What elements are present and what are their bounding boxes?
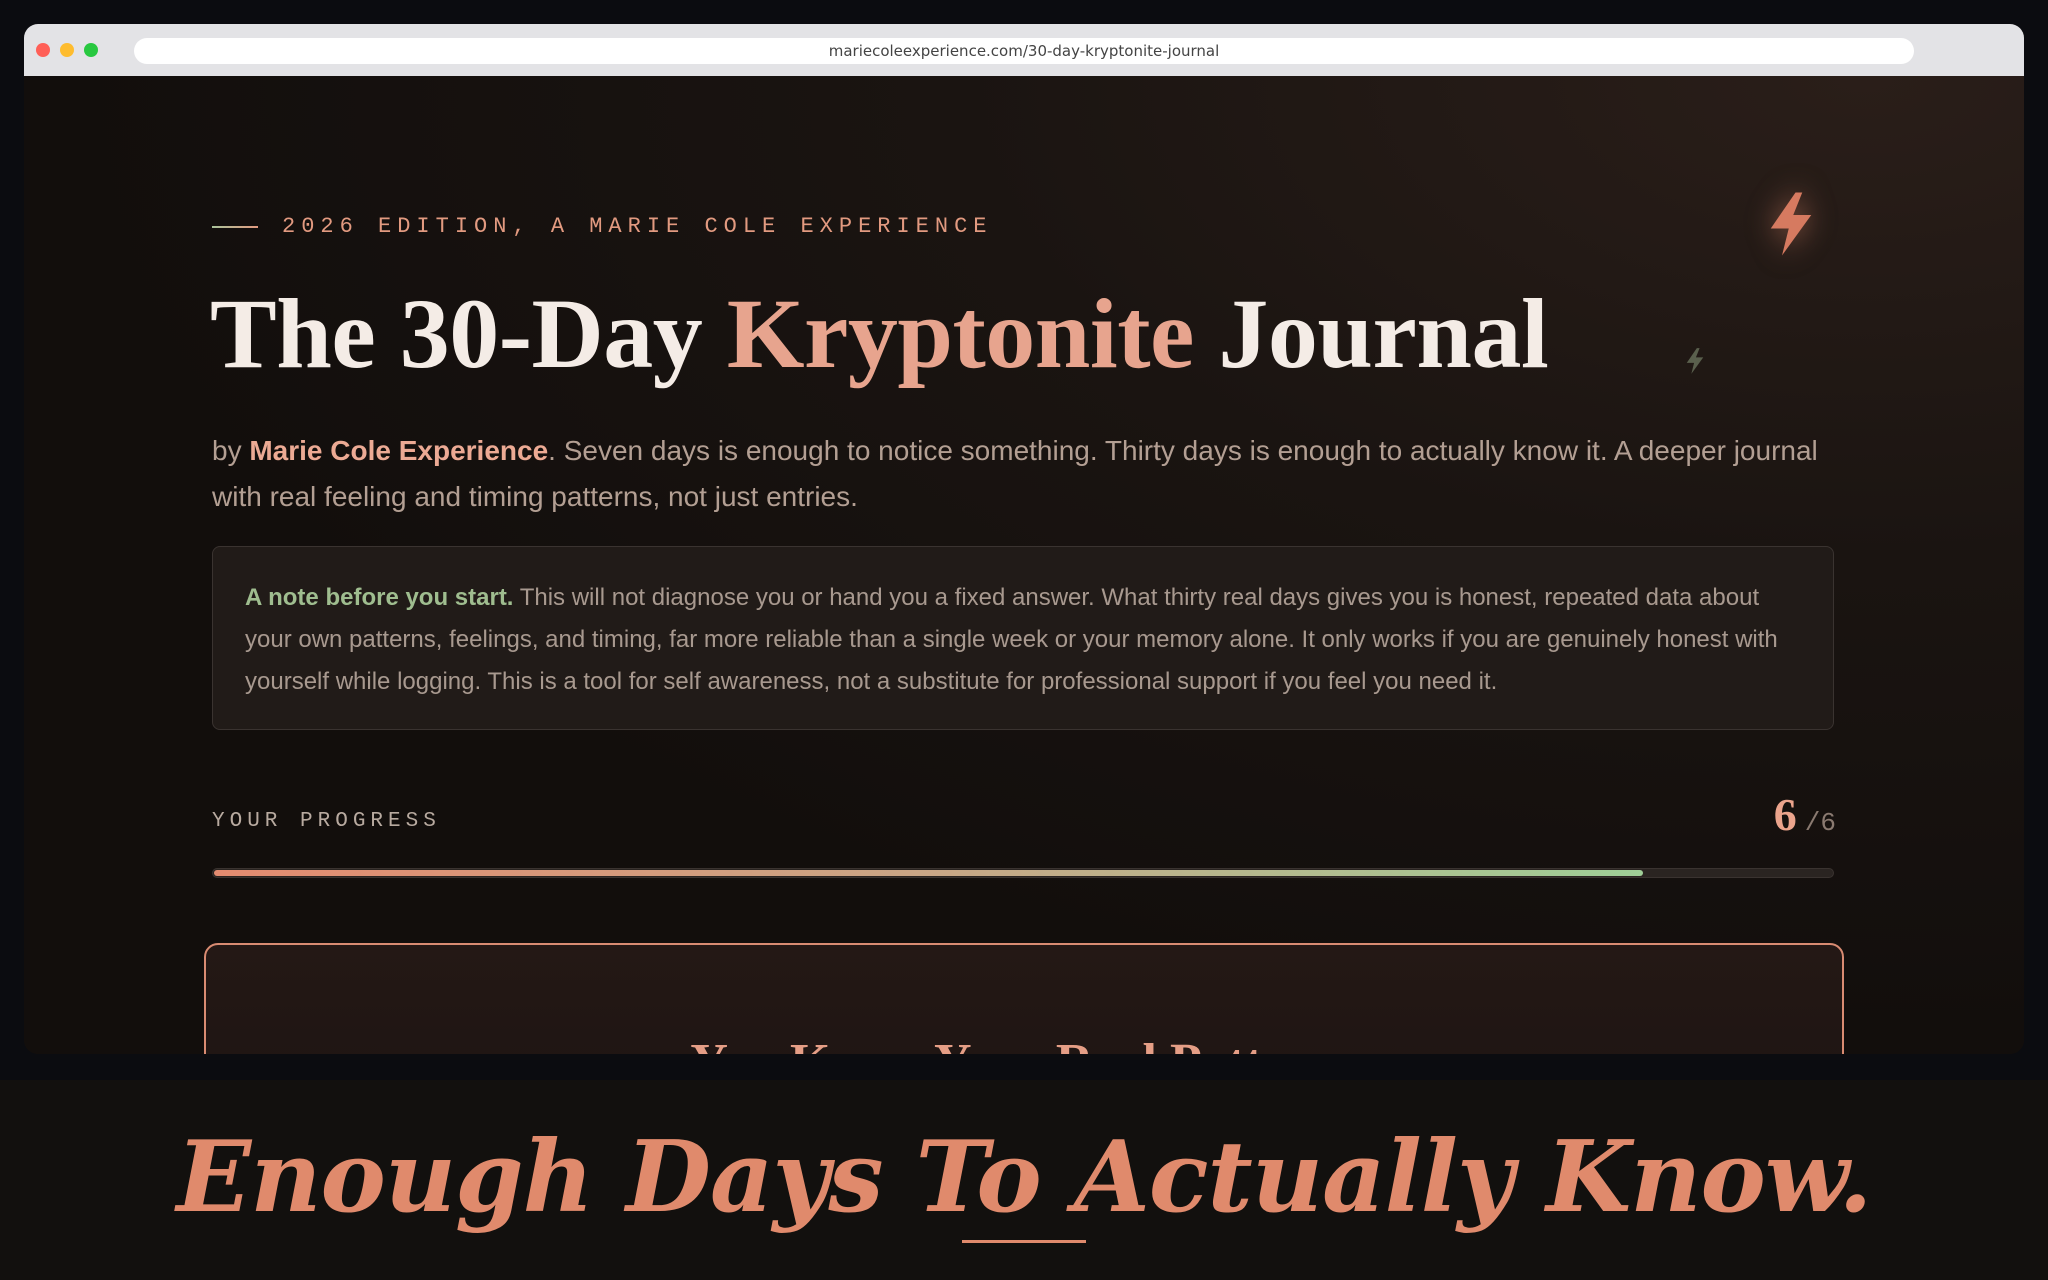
banner-underline [962,1240,1086,1243]
title-text-end: Journal [1193,278,1549,389]
lightning-bolt-icon [1686,348,1704,374]
note-lead: A note before you start. [245,584,514,611]
edition-eyebrow: 2026 EDITION, A MARIE COLE EXPERIENCE [212,214,992,239]
banner-headline: Enough Days To Actually Know. [176,1120,1873,1235]
page-title: The 30-Day Kryptonite Journal [210,276,1549,391]
title-text: The 30-Day [210,278,727,389]
card-title: You Know Your Real Patterns [206,1033,1842,1054]
result-card: You Know Your Real Patterns [204,943,1844,1054]
eyebrow-text: 2026 EDITION, A MARIE COLE EXPERIENCE [282,214,993,239]
close-window-button[interactable] [36,43,50,57]
title-accent: Kryptonite [726,278,1195,389]
progress-bar [212,868,1834,878]
progress-bar-fill [214,870,1643,876]
address-bar[interactable]: mariecoleexperience.com/30-day-kryptonit… [134,38,1914,64]
browser-toolbar: mariecoleexperience.com/30-day-kryptonit… [24,24,2024,76]
progress-current: 6 [1773,789,1797,840]
progress-label: YOUR PROGRESS [212,810,441,833]
byline-prefix: by [212,435,250,466]
progress-count: 6/6 [1774,788,1836,841]
lightning-bolt-icon [1770,192,1812,256]
maximize-window-button[interactable] [84,43,98,57]
eyebrow-rule [212,225,258,228]
disclaimer-note: A note before you start. This will not d… [212,546,1834,730]
page-content: 2026 EDITION, A MARIE COLE EXPERIENCE Th… [24,76,2024,1054]
intro-byline: by Marie Cole Experience. Seven days is … [212,428,1852,520]
caption-banner: Enough Days To Actually Know. [0,1080,2048,1280]
minimize-window-button[interactable] [60,43,74,57]
browser-window: mariecoleexperience.com/30-day-kryptonit… [24,24,2024,1054]
author-link[interactable]: Marie Cole Experience [249,435,548,466]
progress-total: /6 [1804,808,1836,838]
